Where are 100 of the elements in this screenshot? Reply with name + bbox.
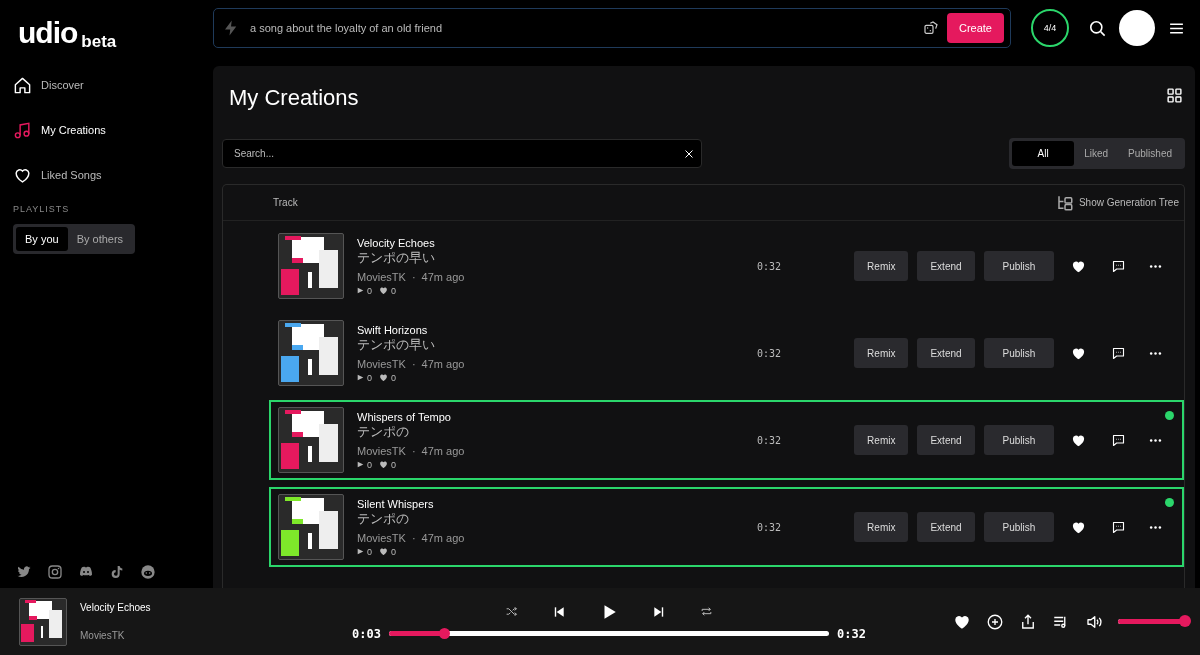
track-age: 47m ago — [421, 444, 465, 457]
track-row[interactable]: Silent Whispers テンポの MoviesTK · 47m ago 0 0 0:32 Remix Extend Publish — [269, 487, 1184, 567]
filter-tab[interactable]: All — [1012, 141, 1075, 166]
play-icon — [357, 461, 364, 468]
close-icon[interactable] — [683, 147, 695, 160]
track-subtitle: テンポの — [357, 423, 409, 441]
track-row[interactable]: Velocity Echoes テンポの早い MoviesTK · 47m ago 0 0 0:32 Remix Extend Publish — [269, 226, 1184, 306]
album-art — [278, 407, 344, 473]
sidebar-item[interactable]: My Creations — [13, 118, 106, 142]
playlist-tab[interactable]: By others — [67, 227, 133, 251]
action-button[interactable]: Extend — [917, 338, 975, 368]
next-icon[interactable] — [652, 604, 666, 619]
separator-dot: · — [411, 444, 416, 457]
avatar[interactable] — [1119, 10, 1155, 46]
bird-icon[interactable] — [16, 564, 32, 580]
heart-icon — [379, 373, 388, 382]
comment-icon[interactable] — [1111, 432, 1127, 448]
section-heading: PLAYLISTS — [13, 204, 70, 214]
album-art — [278, 233, 344, 299]
track-age: 47m ago — [421, 531, 465, 544]
author-name[interactable]: MoviesTK — [357, 270, 406, 283]
tree-icon — [1055, 193, 1074, 212]
music-note-icon — [13, 120, 32, 140]
play-count: 0 — [367, 285, 372, 296]
separator-dot: · — [411, 531, 416, 544]
separator-dot: · — [411, 270, 416, 283]
action-button[interactable]: Publish — [983, 251, 1055, 281]
track-title[interactable]: Silent Whispers — [357, 497, 434, 510]
heart-icon — [379, 547, 388, 556]
album-art — [19, 597, 67, 646]
alien-face-icon[interactable] — [140, 564, 156, 580]
column-header: Track — [273, 197, 298, 208]
comment-icon[interactable] — [1111, 345, 1127, 361]
action-button[interactable]: Publish — [983, 338, 1055, 368]
search-icon[interactable] — [1088, 18, 1107, 38]
track-duration: 0:32 — [757, 347, 782, 359]
track-title[interactable]: Swift Horizons — [357, 323, 428, 336]
like-count: 0 — [391, 459, 397, 470]
home-icon — [13, 75, 32, 95]
previous-icon[interactable] — [552, 604, 566, 619]
track-title[interactable]: Velocity Echoes — [357, 236, 435, 249]
track-subtitle: テンポの早い — [357, 249, 435, 267]
album-art — [278, 320, 344, 386]
search-field[interactable]: Search... — [222, 139, 702, 168]
artist-name[interactable]: MoviesTK — [80, 630, 125, 641]
action-button[interactable]: Remix — [854, 425, 909, 455]
separator-dot: · — [411, 357, 416, 370]
create-button[interactable]: Create — [946, 13, 1004, 43]
search-input[interactable]: Search... — [232, 147, 683, 160]
track-duration: 0:32 — [757, 521, 782, 533]
play-icon — [357, 548, 364, 555]
track-row[interactable]: Swift Horizons テンポの早い MoviesTK · 47m ago 0 0 0:32 Remix Extend Publish — [269, 313, 1184, 393]
play-icon — [357, 374, 364, 381]
action-button[interactable]: Remix — [854, 338, 909, 368]
filter-tab[interactable]: Published — [1118, 141, 1182, 166]
action-button[interactable]: Remix — [854, 512, 909, 542]
dice-icon[interactable] — [922, 20, 939, 36]
action-button[interactable]: Extend — [917, 512, 975, 542]
track-subtitle: テンポの早い — [357, 336, 435, 354]
song-title[interactable]: Velocity Echoes — [80, 602, 151, 613]
comment-icon[interactable] — [1111, 258, 1127, 274]
comment-icon[interactable] — [1111, 519, 1127, 535]
share-icon[interactable] — [1019, 612, 1037, 631]
action-button[interactable]: Publish — [983, 512, 1055, 542]
sidebar-item[interactable]: Liked Songs — [13, 163, 102, 187]
track-title[interactable]: Whispers of Tempo — [357, 410, 451, 423]
play-count: 0 — [367, 459, 372, 470]
repeat-icon[interactable] — [700, 605, 713, 618]
action-button[interactable]: Publish — [983, 425, 1055, 455]
prompt-input[interactable]: a song about the loyalty of an old friend — [248, 21, 915, 35]
playlist-tab[interactable]: By you — [16, 227, 68, 251]
generation-tree-toggle[interactable]: Show Generation Tree — [1055, 193, 1179, 212]
author-name[interactable]: MoviesTK — [357, 531, 406, 544]
total-time: 0:32 — [837, 626, 866, 641]
like-count: 0 — [391, 546, 397, 557]
heart-icon — [379, 286, 388, 295]
author-name[interactable]: MoviesTK — [357, 357, 406, 370]
like-count: 0 — [391, 372, 397, 383]
progress-thumb[interactable] — [439, 628, 450, 639]
track-age: 47m ago — [421, 357, 465, 370]
shuffle-icon[interactable] — [505, 605, 518, 618]
grid-view-icon[interactable] — [1166, 86, 1183, 104]
filter-tab[interactable]: Liked — [1074, 141, 1119, 166]
play-count: 0 — [367, 372, 372, 383]
author-name[interactable]: MoviesTK — [357, 444, 406, 457]
play-icon — [357, 287, 364, 294]
album-art — [278, 494, 344, 560]
sidebar-item[interactable]: Discover — [13, 73, 84, 97]
volume-thumb[interactable] — [1178, 615, 1191, 627]
status-dot — [1165, 411, 1174, 420]
action-button[interactable]: Remix — [854, 251, 909, 281]
track-subtitle: テンポの — [357, 510, 409, 528]
camera-icon[interactable] — [47, 564, 63, 580]
prompt-field[interactable]: a song about the loyalty of an old friend Create — [213, 8, 1011, 48]
action-button[interactable]: Extend — [917, 425, 975, 455]
track-row[interactable]: Whispers of Tempo テンポの MoviesTK · 47m ago 0 0 0:32 Remix Extend Publish — [269, 400, 1184, 480]
elapsed-time: 0:03 — [352, 626, 381, 641]
action-button[interactable]: Extend — [917, 251, 975, 281]
add-icon[interactable] — [986, 612, 1004, 631]
music-note-icon[interactable] — [109, 564, 125, 580]
